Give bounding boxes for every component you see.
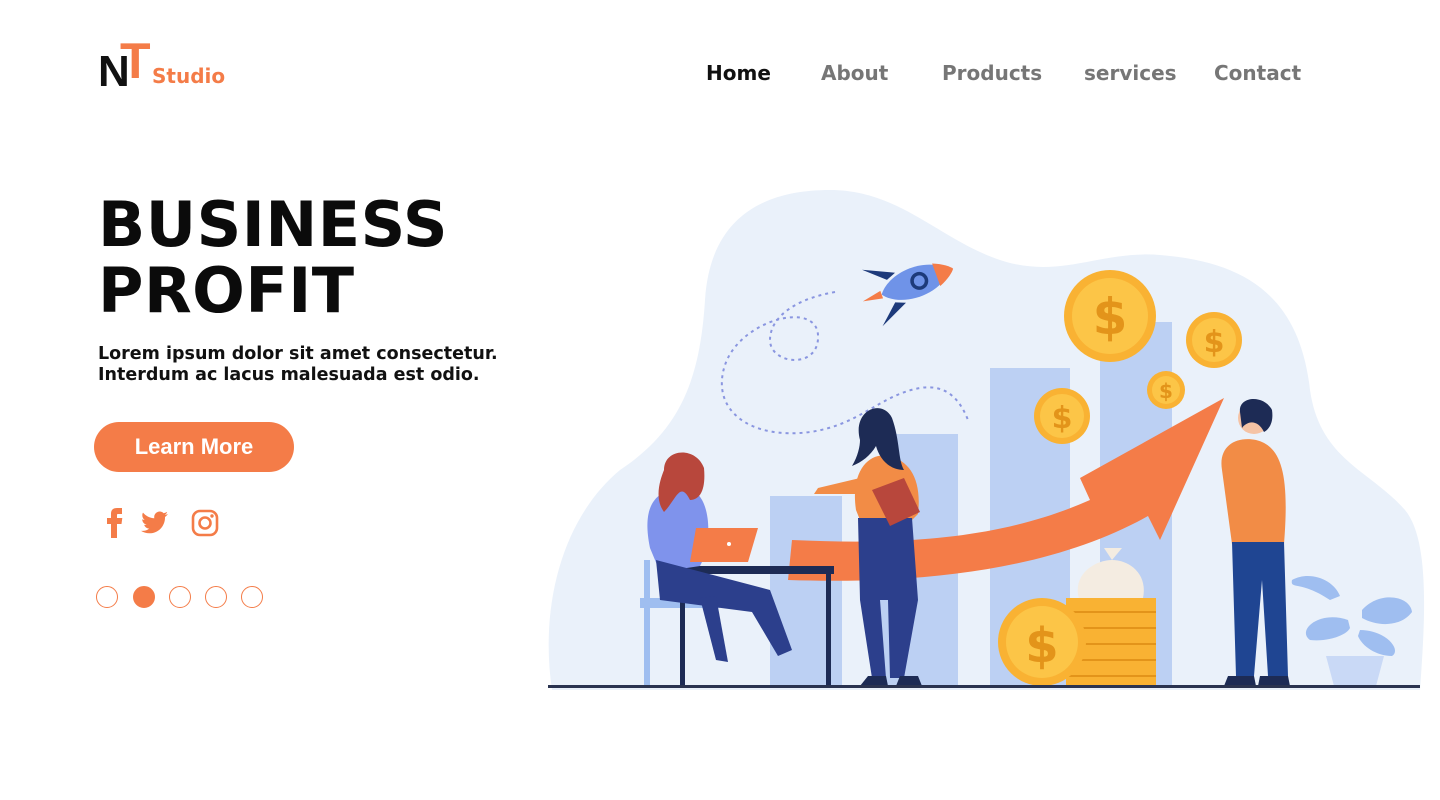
twitter-icon[interactable] [140,506,170,540]
hero-subtitle-line-1: Lorem ipsum dolor sit amet consectetur. [98,344,498,364]
slider-dot-2[interactable] [133,586,155,608]
business-growth-illustration: $ $ $ $ $ [548,190,1425,690]
hero-title-line-2: PROFIT [98,254,355,327]
coin-icon: $ [1186,312,1242,368]
main-nav: Home About Products services Contact [0,60,1440,90]
svg-text:$: $ [1025,618,1058,674]
svg-text:$: $ [1204,325,1225,360]
nav-products[interactable]: Products [942,60,1042,86]
nav-contact[interactable]: Contact [1214,60,1301,86]
instagram-icon[interactable] [190,506,220,540]
nav-services[interactable]: services [1084,60,1177,86]
coin-icon: $ [1064,270,1156,362]
hero-subtitle: Lorem ipsum dolor sit amet consectetur. … [98,344,538,386]
hero-title: BUSINESS PROFIT [98,192,448,324]
slider-dot-1[interactable] [96,586,118,608]
hero-subtitle-line-2: Interdum ac lacus malesuada est odio. [98,365,480,385]
illustration-background-blob [548,190,1425,690]
slider-dot-5[interactable] [241,586,263,608]
svg-text:$: $ [1159,379,1173,403]
slider-dot-3[interactable] [169,586,191,608]
coin-icon: $ [998,598,1086,686]
learn-more-button[interactable]: Learn More [94,422,294,472]
nav-home[interactable]: Home [706,60,771,86]
svg-text:$: $ [1052,401,1073,436]
coin-icon: $ [1147,371,1185,409]
ground-line [548,685,1420,688]
svg-text:$: $ [1093,288,1128,346]
chart-bar-1 [770,496,842,686]
nav-about[interactable]: About [821,60,888,86]
hero-title-line-1: BUSINESS [98,188,449,261]
slider-dot-4[interactable] [205,586,227,608]
facebook-icon[interactable] [100,506,130,540]
coin-icon: $ [1034,388,1090,444]
